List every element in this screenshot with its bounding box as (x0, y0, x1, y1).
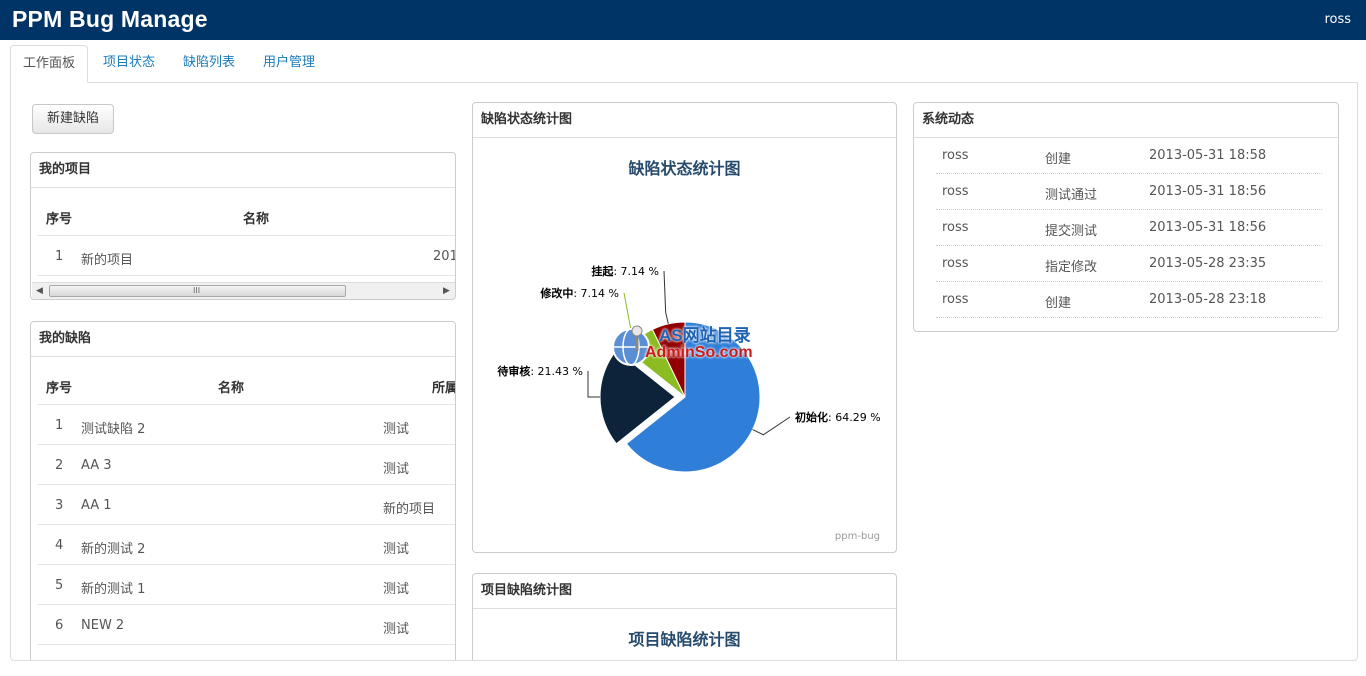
row-divider (38, 524, 455, 525)
activity-action: 创建 (1045, 296, 1072, 311)
bug-project: 测试 (383, 622, 410, 637)
row-divider (38, 275, 455, 276)
horizontal-scrollbar[interactable]: ◀ III ▶ (32, 282, 455, 299)
bug-no: 2 (55, 458, 64, 473)
activity-time: 2013-05-28 23:35 (1149, 256, 1267, 271)
col-header-no: 序号 (46, 381, 73, 396)
bug-project: 测试 (383, 462, 410, 477)
pie-label: 待审核: 21.43 % (496, 364, 583, 378)
row-divider (38, 235, 455, 236)
activity-user: ross (942, 292, 969, 307)
scroll-right-icon[interactable]: ▶ (443, 286, 450, 296)
activity-row: ross 创建 2013-05-31 18:58 (936, 138, 1322, 174)
scroll-thumb[interactable]: III (49, 285, 346, 297)
row-divider (38, 444, 455, 445)
row-divider (38, 564, 455, 565)
activity-user: ross (942, 148, 969, 163)
scroll-left-icon[interactable]: ◀ (36, 286, 43, 296)
main-tabs: 工作面板 项目状态 缺陷列表 用户管理 (10, 45, 1358, 83)
bug-no: 4 (55, 538, 64, 553)
pie-label: 初始化: 64.29 % (795, 410, 881, 424)
bug-status-chart-header: 缺陷状态统计图 (473, 103, 896, 138)
app-title[interactable]: PPM Bug Manage (12, 6, 208, 33)
pie-label: 挂起: 7.14 % (591, 264, 659, 278)
bug-status-chart-panel: 缺陷状态统计图 缺陷状态统计图 初始化: 64.29 % 待审核: 21.43 %… (472, 102, 897, 553)
my-projects-panel: 我的项目 序号 名称 1 新的项目 201 ◀ III ▶ (30, 152, 456, 300)
activity-row: ross 提交测试 2013-05-31 18:56 (936, 210, 1322, 246)
row-divider (38, 604, 455, 605)
tab-dashboard[interactable]: 工作面板 (10, 45, 89, 83)
bug-name[interactable]: 测试缺陷 2 (81, 418, 145, 437)
watermark-line1: AS网站目录 (659, 326, 751, 345)
col-header-project: 所属 (432, 381, 456, 396)
my-bugs-title: 我的缺陷 (31, 322, 455, 357)
my-bugs-panel: 我的缺陷 序号 名称 所属 1 测试缺陷 2 测试 2 AA 3 测试 3 AA… (30, 321, 456, 660)
col-header-name: 名称 (243, 212, 270, 227)
bug-no: 1 (55, 418, 64, 433)
pie-connector (752, 416, 791, 436)
tab-user-management[interactable]: 用户管理 (251, 45, 327, 83)
tab-content: 新建缺陷 我的项目 序号 名称 1 新的项目 201 ◀ III ▶ 我的缺陷 … (10, 82, 1358, 661)
chart-credit[interactable]: ppm-bug (835, 531, 880, 542)
project-row-name[interactable]: 新的项目 (81, 249, 133, 268)
system-activity-title: 系统动态 (914, 103, 1338, 138)
bug-name[interactable]: 新的测试 1 (81, 578, 145, 597)
pie-label: 修改中: 7.14 % (539, 286, 619, 300)
tab-project-status[interactable]: 项目状态 (91, 45, 167, 83)
activity-time: 2013-05-31 18:56 (1149, 184, 1267, 199)
activity-time: 2013-05-28 23:18 (1149, 292, 1267, 307)
bug-project: 测试 (383, 542, 410, 557)
activity-action: 指定修改 (1045, 260, 1098, 275)
activity-user: ross (942, 220, 969, 235)
activity-action: 创建 (1045, 152, 1072, 167)
activity-action: 测试通过 (1045, 188, 1098, 203)
bug-no: 6 (55, 618, 64, 633)
row-divider (38, 404, 455, 405)
bug-no: 3 (55, 498, 64, 513)
pie-connector (663, 270, 669, 324)
bug-name[interactable]: AA 3 (81, 458, 112, 473)
col-header-name: 名称 (218, 381, 245, 396)
tab-bug-list[interactable]: 缺陷列表 (171, 45, 247, 83)
activity-row: ross 测试通过 2013-05-31 18:56 (936, 174, 1322, 210)
bug-name[interactable]: 新的测试 2 (81, 538, 145, 557)
activity-row: ross 创建 2013-05-28 23:18 (936, 282, 1322, 318)
bug-name[interactable]: NEW 2 (81, 618, 124, 633)
bug-no: 5 (55, 578, 64, 593)
bug-project: 测试 (383, 422, 410, 437)
activity-time: 2013-05-31 18:58 (1149, 148, 1267, 163)
activity-time: 2013-05-31 18:56 (1149, 220, 1267, 235)
activity-action: 提交测试 (1045, 224, 1098, 239)
top-navbar: PPM Bug Manage ross (0, 0, 1366, 40)
new-bug-button[interactable]: 新建缺陷 (32, 104, 114, 134)
watermark-line2: AdminSo.com (645, 344, 753, 361)
my-projects-title: 我的项目 (31, 153, 455, 188)
row-divider (38, 484, 455, 485)
grip-icon: III (193, 286, 201, 295)
project-row-no: 1 (55, 249, 64, 264)
system-activity-panel: 系统动态 ross 创建 2013-05-31 18:58 ross 测试通过 2013-… (913, 102, 1339, 332)
activity-user: ross (942, 184, 969, 199)
bug-project: 新的项目 (383, 502, 436, 517)
bug-project: 测试 (383, 582, 410, 597)
pie-connector (587, 371, 601, 398)
activity-user: ross (942, 256, 969, 271)
bug-name[interactable]: AA 1 (81, 498, 112, 513)
current-user[interactable]: ross (1324, 12, 1351, 27)
watermark: AS网站目录 AdminSo.com (607, 319, 767, 371)
project-bug-chart-panel: 项目缺陷统计图 项目缺陷统计图 (472, 573, 897, 660)
project-bug-chart-header: 项目缺陷统计图 (473, 574, 896, 609)
col-header-no: 序号 (46, 212, 73, 227)
activity-row: ross 指定修改 2013-05-28 23:35 (936, 246, 1322, 282)
project-row-date: 201 (433, 249, 456, 264)
project-chart-title: 项目缺陷统计图 (628, 630, 741, 649)
row-divider (38, 644, 455, 645)
